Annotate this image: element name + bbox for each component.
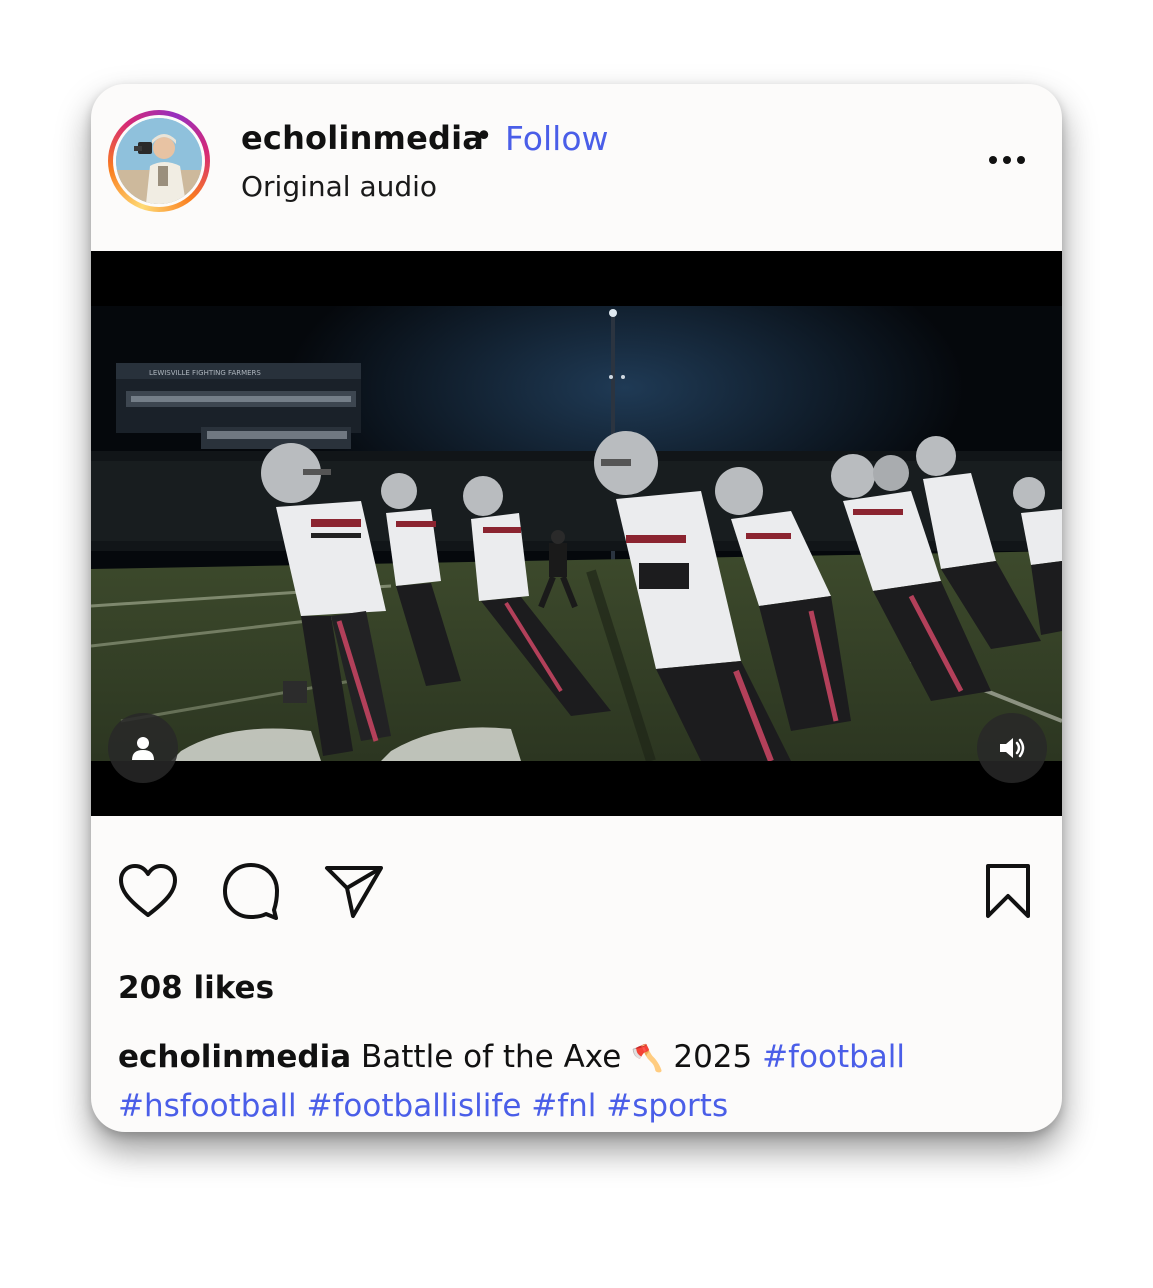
- video-frame: LEWISVILLE FIGHTING FARMERS: [91, 251, 1062, 816]
- bookmark-icon: [986, 864, 1030, 918]
- sound-toggle-button[interactable]: [977, 713, 1047, 783]
- tagged-users-button[interactable]: [108, 713, 178, 783]
- caption-username[interactable]: echolinmedia: [118, 1039, 351, 1075]
- hashtag-fnl[interactable]: #fnl: [531, 1088, 596, 1124]
- comment-button[interactable]: [216, 856, 286, 926]
- comment-bubble-icon: [223, 863, 279, 920]
- send-paper-plane-icon: [325, 866, 383, 918]
- avatar-photo: [116, 118, 202, 204]
- axe-emoji-icon: 🪓: [631, 1044, 664, 1074]
- post-header: echolinmedia • Follow Original audio: [91, 84, 1062, 251]
- hashtag-hsfootball[interactable]: #hsfootball: [118, 1088, 297, 1124]
- caption-text: Battle of the Axe: [361, 1039, 622, 1075]
- username[interactable]: echolinmedia: [241, 119, 484, 157]
- person-icon: [132, 737, 154, 760]
- likes-count[interactable]: 208 likes: [118, 970, 274, 1006]
- save-button[interactable]: [973, 856, 1043, 926]
- action-bar: [91, 834, 1062, 954]
- story-ring[interactable]: [108, 110, 210, 212]
- separator-dot: •: [475, 119, 493, 154]
- follow-button[interactable]: Follow: [505, 119, 609, 158]
- avatar[interactable]: [116, 118, 202, 204]
- more-options-icon[interactable]: [979, 144, 1035, 176]
- hashtag-sports[interactable]: #sports: [606, 1088, 728, 1124]
- hashtag-football[interactable]: #football: [762, 1039, 905, 1075]
- caption-year: 2025: [673, 1039, 753, 1075]
- audio-link[interactable]: Original audio: [241, 170, 437, 203]
- like-button[interactable]: [113, 856, 183, 926]
- speaker-volume-icon: [1000, 738, 1025, 758]
- stadium-sign: LEWISVILLE FIGHTING FARMERS: [149, 369, 261, 377]
- heart-icon: [119, 864, 177, 917]
- hashtag-footballislife[interactable]: #footballislife: [307, 1088, 522, 1124]
- video-player[interactable]: LEWISVILLE FIGHTING FARMERS: [91, 251, 1062, 816]
- share-button[interactable]: [319, 856, 389, 926]
- caption: echolinmedia Battle of the Axe 🪓 2025 #f…: [118, 1034, 1038, 1130]
- post-card: echolinmedia • Follow Original audio LEW…: [91, 84, 1062, 1132]
